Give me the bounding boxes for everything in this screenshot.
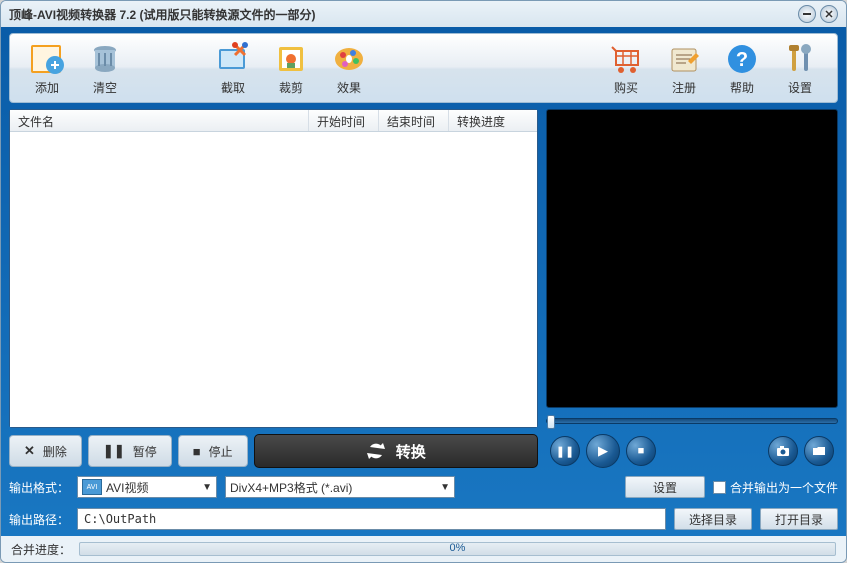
player-play-button[interactable]: ▶	[586, 434, 620, 468]
format-row: 输出格式： AVI AVI视频 ▼ DivX4+MP3格式 (*.avi) ▼ …	[9, 474, 838, 500]
avi-icon: AVI	[82, 479, 102, 495]
close-button[interactable]	[820, 5, 838, 23]
register-button[interactable]: 注册	[655, 41, 713, 96]
chevron-down-icon: ▼	[202, 482, 212, 493]
effect-label: 效果	[320, 79, 378, 96]
capture-icon	[215, 41, 251, 77]
chevron-down-icon: ▼	[440, 482, 450, 493]
help-icon: ?	[724, 41, 760, 77]
path-row: 输出路径： 选择目录 打开目录	[9, 506, 838, 532]
player-stop-button[interactable]: ■	[626, 436, 656, 466]
buy-icon	[608, 41, 644, 77]
app-window: 顶峰-AVI视频转换器 7.2 (试用版只能转换源文件的一部分) 添加 清空 截…	[0, 0, 847, 563]
help-button[interactable]: ? 帮助	[713, 41, 771, 96]
stop-icon: ■	[638, 445, 645, 457]
stop-icon: ■	[193, 444, 201, 459]
output-path-input[interactable]	[77, 508, 666, 530]
format-settings-button[interactable]: 设置	[625, 476, 705, 498]
capture-button[interactable]: 截取	[204, 41, 262, 96]
merge-progress-label: 合并进度：	[11, 541, 71, 558]
settings-icon	[782, 41, 818, 77]
svg-text:?: ?	[736, 49, 748, 71]
seek-slider[interactable]	[546, 414, 838, 428]
x-icon: ✕	[24, 443, 35, 459]
clear-label: 清空	[76, 79, 134, 96]
register-label: 注册	[655, 79, 713, 96]
action-row: ✕删除 ❚❚暂停 ■停止 转换	[9, 434, 538, 468]
settings-label: 设置	[771, 79, 829, 96]
middle-section: 文件名 开始时间 结束时间 转换进度 ✕删除 ❚❚暂停 ■停止 转换	[9, 109, 838, 468]
clear-icon	[87, 41, 123, 77]
add-button[interactable]: 添加	[18, 41, 76, 96]
col-start[interactable]: 开始时间	[309, 110, 379, 131]
merge-checkbox[interactable]	[713, 481, 726, 494]
effect-icon	[331, 41, 367, 77]
add-icon	[29, 41, 65, 77]
player-controls: ❚❚ ▶ ■	[546, 434, 838, 468]
player-pause-button[interactable]: ❚❚	[550, 436, 580, 466]
crop-icon	[273, 41, 309, 77]
register-icon	[666, 41, 702, 77]
preview-area[interactable]	[546, 109, 838, 408]
pause-icon: ❚❚	[556, 445, 574, 458]
left-pane: 文件名 开始时间 结束时间 转换进度 ✕删除 ❚❚暂停 ■停止 转换	[9, 109, 538, 468]
statusbar: 合并进度： 0%	[1, 536, 846, 562]
right-pane: ❚❚ ▶ ■	[546, 109, 838, 468]
file-list[interactable]: 文件名 开始时间 结束时间 转换进度	[9, 109, 538, 428]
convert-button[interactable]: 转换	[254, 434, 538, 468]
effect-button[interactable]: 效果	[320, 41, 378, 96]
col-progress[interactable]: 转换进度	[449, 110, 537, 131]
crop-button[interactable]: 裁剪	[262, 41, 320, 96]
open-dir-button[interactable]: 打开目录	[760, 508, 838, 530]
crop-label: 裁剪	[262, 79, 320, 96]
slider-thumb[interactable]	[547, 415, 555, 429]
open-folder-button[interactable]	[804, 436, 834, 466]
buy-button[interactable]: 购买	[597, 41, 655, 96]
camera-icon	[776, 445, 790, 457]
help-label: 帮助	[713, 79, 771, 96]
settings-button[interactable]: 设置	[771, 41, 829, 96]
convert-icon	[366, 441, 386, 461]
buy-label: 购买	[597, 79, 655, 96]
pause-button[interactable]: ❚❚暂停	[88, 435, 172, 467]
col-filename[interactable]: 文件名	[10, 110, 309, 131]
toolbar: 添加 清空 截取 裁剪 效果 购买	[9, 33, 838, 103]
pause-icon: ❚❚	[103, 443, 125, 459]
play-icon: ▶	[598, 443, 608, 459]
snapshot-button[interactable]	[768, 436, 798, 466]
window-title: 顶峰-AVI视频转换器 7.2 (试用版只能转换源文件的一部分)	[9, 6, 794, 23]
stop-button[interactable]: ■停止	[178, 435, 248, 467]
merge-progress-text: 0%	[80, 542, 835, 554]
minimize-button[interactable]	[798, 5, 816, 23]
capture-label: 截取	[204, 79, 262, 96]
col-end[interactable]: 结束时间	[379, 110, 449, 131]
path-label: 输出路径：	[9, 511, 69, 528]
slider-track[interactable]	[546, 418, 838, 424]
main-area: 添加 清空 截取 裁剪 效果 购买	[1, 27, 846, 536]
list-header: 文件名 开始时间 结束时间 转换进度	[10, 110, 537, 132]
clear-button[interactable]: 清空	[76, 41, 134, 96]
choose-dir-button[interactable]: 选择目录	[674, 508, 752, 530]
add-label: 添加	[18, 79, 76, 96]
merge-checkbox-label[interactable]: 合并输出为一个文件	[713, 479, 838, 496]
titlebar[interactable]: 顶峰-AVI视频转换器 7.2 (试用版只能转换源文件的一部分)	[1, 1, 846, 27]
folder-icon	[812, 445, 826, 457]
format-select-1[interactable]: AVI AVI视频 ▼	[77, 476, 217, 498]
format-select-2[interactable]: DivX4+MP3格式 (*.avi) ▼	[225, 476, 455, 498]
delete-button[interactable]: ✕删除	[9, 435, 82, 467]
list-body[interactable]	[10, 132, 537, 427]
merge-progress-bar: 0%	[79, 542, 836, 556]
format-label: 输出格式：	[9, 479, 69, 496]
